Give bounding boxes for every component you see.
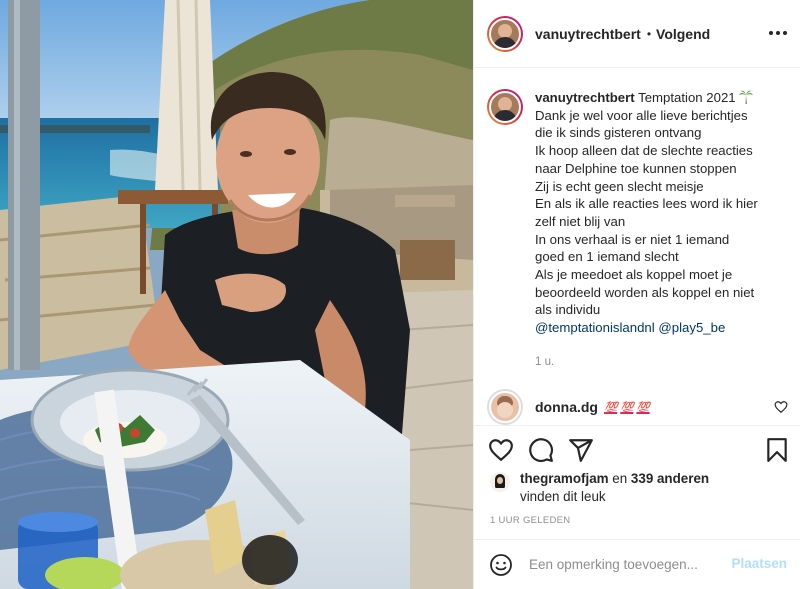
caption-line: als individu — [535, 302, 601, 318]
caption-body: vanuytrechtbert Temptation 2021 Dank je … — [535, 89, 792, 372]
post-side-panel: vanuytrechtbert • Volgend vanuytrechtber… — [473, 0, 800, 589]
comment-bubble-icon — [529, 438, 554, 463]
likes-connector: en — [612, 471, 628, 486]
caption-line: goed en 1 iemand slecht — [535, 249, 679, 265]
comment-input[interactable] — [529, 557, 719, 572]
hundred-points-emoji: 💯 — [636, 401, 650, 414]
caption-first-line: vanuytrechtbert Temptation 2021 — [535, 89, 792, 107]
likes-summary: thegramofjam en 339 anderen vinden dit l… — [490, 470, 709, 506]
post-photo-illustration — [0, 0, 473, 589]
post-caption: vanuytrechtbert Temptation 2021 Dank je … — [487, 89, 792, 372]
commenter-avatar[interactable] — [487, 389, 523, 425]
post-header: vanuytrechtbert • Volgend — [474, 0, 800, 68]
caption-time[interactable]: 1 u. — [535, 354, 792, 372]
caption-title-text: Temptation 2021 — [638, 90, 736, 105]
palm-tree-icon — [739, 90, 754, 104]
comment-text: 💯 💯 💯 — [604, 401, 650, 414]
post-comment-button[interactable]: Plaatsen — [731, 556, 787, 571]
caption-mentions: @temptationislandnl @play5_be — [535, 319, 792, 337]
caption-line: beoordeeld worden als koppel en niet — [535, 284, 755, 300]
caption-line: En als ik alle reacties lees word ik hie… — [535, 196, 758, 212]
commenter-username[interactable]: donna.dg — [535, 399, 598, 415]
like-button[interactable] — [488, 437, 514, 463]
post-photo[interactable] — [0, 0, 473, 589]
paper-plane-icon — [569, 439, 593, 462]
caption-line: naar Delphine toe kunnen stoppen — [535, 160, 737, 176]
hundred-points-emoji: 💯 — [604, 401, 618, 414]
author-avatar[interactable] — [487, 15, 523, 52]
more-options-icon[interactable] — [767, 22, 789, 44]
actions-divider — [474, 425, 800, 426]
liker-avatar[interactable] — [490, 472, 510, 492]
comment-row: donna.dg 💯 💯 💯 — [487, 389, 792, 425]
smiley-icon[interactable] — [489, 553, 513, 577]
comment-button[interactable] — [528, 437, 554, 463]
add-comment-bar: Plaatsen — [474, 539, 800, 589]
likes-text: thegramofjam en 339 anderen vinden dit l… — [520, 470, 709, 506]
hundred-points-emoji: 💯 — [620, 401, 634, 414]
caption-author-avatar[interactable] — [487, 89, 523, 125]
caption-line: In ons verhaal is er niet 1 iemand — [535, 231, 730, 247]
caption-line: zelf niet blij van — [535, 213, 626, 229]
caption-username[interactable]: vanuytrechtbert — [535, 90, 635, 105]
save-button[interactable] — [764, 437, 790, 463]
caption-line: Ik hoop alleen dat de slechte reacties — [535, 143, 753, 159]
post-actions — [474, 434, 800, 468]
heart-icon — [489, 439, 513, 462]
following-button[interactable]: Volgend — [656, 26, 710, 42]
mention-link[interactable]: @play5_be — [658, 320, 725, 335]
post-timestamp[interactable]: 1 UUR GELEDEN — [490, 515, 570, 526]
author-username[interactable]: vanuytrechtbert — [535, 26, 641, 42]
caption-line: Als je meedoet als koppel moet je — [535, 267, 733, 283]
mention-link[interactable]: @temptationislandnl — [535, 320, 655, 335]
header-separator: • — [646, 26, 652, 41]
caption-line: die ik sinds gisteren ontvang — [535, 125, 702, 141]
bookmark-icon — [767, 438, 787, 462]
caption-line: Zij is echt geen slecht meisje — [535, 178, 704, 194]
likes-others-link[interactable]: 339 anderen — [631, 471, 709, 486]
liker-username[interactable]: thegramofjam — [520, 471, 609, 486]
comment-like-heart-icon[interactable] — [774, 400, 788, 414]
caption-line: Dank je wel voor alle lieve berichtjes — [535, 107, 748, 123]
share-button[interactable] — [568, 437, 594, 463]
likes-suffix: vinden dit leuk — [520, 489, 606, 504]
